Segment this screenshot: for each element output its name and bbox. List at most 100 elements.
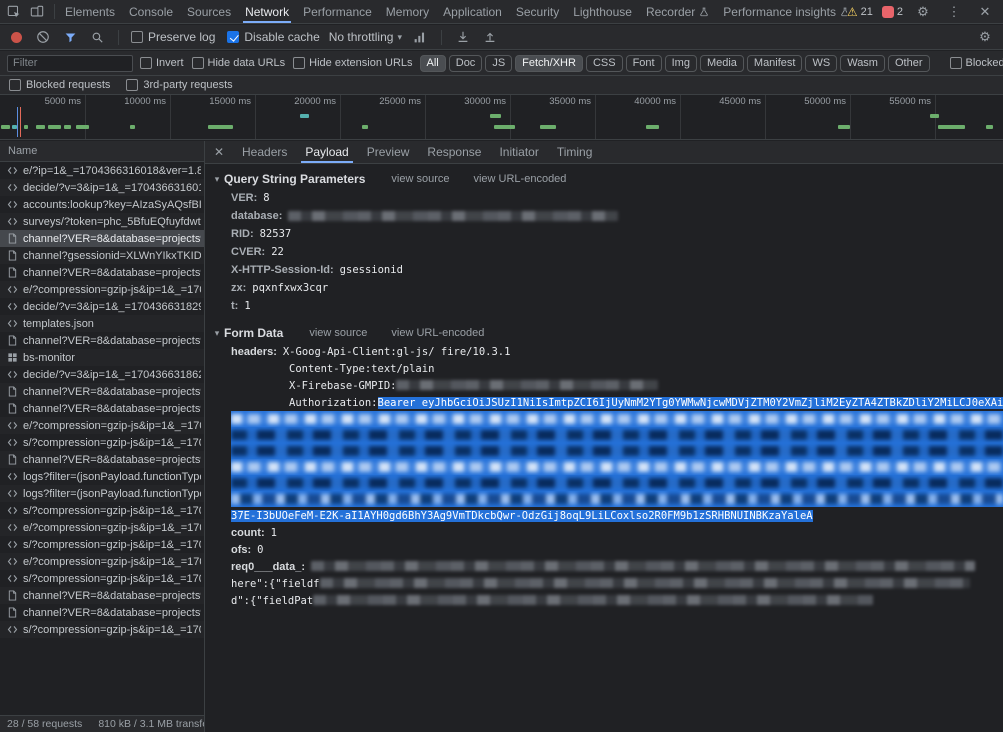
request-row[interactable]: templates.json: [0, 315, 204, 332]
request-row[interactable]: channel?VER=8&database=projects%2F…: [0, 604, 204, 621]
redacted-value: [311, 561, 975, 571]
kebab-menu-icon[interactable]: ⋮: [943, 3, 965, 21]
issues-badge[interactable]: 2: [882, 6, 903, 18]
3rd-party-requests-checkbox[interactable]: 3rd-party requests: [126, 79, 232, 91]
warnings-badge[interactable]: ⚠ 21: [847, 6, 873, 18]
close-devtools-icon[interactable]: ✕: [974, 3, 996, 21]
detail-tab-initiator[interactable]: Initiator: [490, 141, 547, 163]
network-conditions-icon[interactable]: [411, 28, 429, 46]
request-row[interactable]: s/?compression=gzip-js&ip=1&_=170436…: [0, 502, 204, 519]
document-icon: [6, 590, 18, 602]
param-value: 8: [263, 192, 269, 204]
request-row[interactable]: e/?compression=gzip-js&ip=1&_=170436…: [0, 519, 204, 536]
hide-extension-urls-checkbox[interactable]: Hide extension URLs: [293, 57, 412, 69]
request-row[interactable]: decide/?v=3&ip=1&_=1704366318629&v…: [0, 366, 204, 383]
filter-chip-ws[interactable]: WS: [805, 55, 837, 72]
filter-chip-other[interactable]: Other: [888, 55, 930, 72]
tab-performance[interactable]: Performance: [296, 0, 379, 23]
request-row[interactable]: decide/?v=3&ip=1&_=1704366316019&v…: [0, 179, 204, 196]
detail-tab-timing[interactable]: Timing: [548, 141, 602, 163]
request-row[interactable]: logs?filter=(jsonPayload.functionType%2…: [0, 468, 204, 485]
disable-cache-checkbox[interactable]: Disable cache: [227, 30, 319, 44]
blocked-requests-checkbox[interactable]: Blocked requests: [9, 79, 110, 91]
filter-chip-fetch-xhr[interactable]: Fetch/XHR: [515, 55, 583, 72]
view-source-link[interactable]: view source: [391, 173, 449, 185]
request-row[interactable]: bs-monitor: [0, 349, 204, 366]
throttling-select[interactable]: No throttling ▾: [329, 30, 402, 44]
filter-chip-all[interactable]: All: [420, 55, 446, 72]
timeline-tick-label: 20000 ms: [278, 96, 336, 107]
tab-recorder[interactable]: Recorder: [639, 0, 716, 23]
device-toolbar-icon[interactable]: [26, 3, 48, 21]
param-value: 22: [271, 246, 284, 258]
filter-chip-js[interactable]: JS: [485, 55, 512, 72]
filter-chip-css[interactable]: CSS: [586, 55, 623, 72]
collapse-caret-icon[interactable]: ▾: [210, 328, 224, 339]
request-row[interactable]: e/?compression=gzip-js&ip=1&_=170436…: [0, 417, 204, 434]
request-row[interactable]: s/?compression=gzip-js&ip=1&_=170436…: [0, 621, 204, 638]
request-row[interactable]: e/?compression=gzip-js&ip=1&_=170436…: [0, 553, 204, 570]
preserve-log-checkbox[interactable]: Preserve log: [131, 30, 215, 44]
filter-input[interactable]: [7, 55, 133, 72]
tab-memory[interactable]: Memory: [379, 0, 436, 23]
redacted-value: [288, 211, 618, 221]
filter-toggle-button[interactable]: [61, 28, 79, 46]
request-row[interactable]: channel?VER=8&database=projects%2F…: [0, 332, 204, 349]
detail-tab-preview[interactable]: Preview: [358, 141, 419, 163]
filter-chip-doc[interactable]: Doc: [449, 55, 483, 72]
network-overview-timeline[interactable]: 5000 ms10000 ms15000 ms20000 ms25000 ms3…: [0, 95, 1003, 140]
search-button[interactable]: [88, 28, 106, 46]
tab-sources[interactable]: Sources: [180, 0, 238, 23]
token-tail-line: 37E-I3bUOeFeM-E2K-aI1AYH0gd6BhY3Ag9VmTDk…: [205, 507, 1003, 524]
request-row[interactable]: channel?gsessionid=XLWnYIkxTKIDxuq8f…: [0, 247, 204, 264]
view-source-link[interactable]: view source: [309, 327, 367, 339]
clear-network-log-button[interactable]: [34, 28, 52, 46]
request-row[interactable]: logs?filter=(jsonPayload.functionType%2…: [0, 485, 204, 502]
filter-chip-wasm[interactable]: Wasm: [840, 55, 885, 72]
filter-chip-font[interactable]: Font: [626, 55, 662, 72]
tab-console[interactable]: Console: [122, 0, 180, 23]
request-row[interactable]: channel?VER=8&database=projects%2F…: [0, 383, 204, 400]
request-row[interactable]: s/?compression=gzip-js&ip=1&_=170436…: [0, 536, 204, 553]
request-row[interactable]: channel?VER=8&database=projects%2F…: [0, 264, 204, 281]
tab-application[interactable]: Application: [436, 0, 509, 23]
detail-tab-headers[interactable]: Headers: [233, 141, 296, 163]
hide-data-urls-checkbox[interactable]: Hide data URLs: [192, 57, 286, 69]
request-row[interactable]: e/?ip=1&_=1704366316018&ver=1.84.1: [0, 162, 204, 179]
tab-performance-insights[interactable]: Performance insights: [716, 0, 847, 23]
view-url-encoded-link[interactable]: view URL-encoded: [391, 327, 484, 339]
request-row[interactable]: channel?VER=8&database=projects%2F…: [0, 451, 204, 468]
name-column-header[interactable]: Name: [0, 141, 204, 162]
timeline-gridline: [85, 95, 86, 139]
detail-tab-response[interactable]: Response: [418, 141, 490, 163]
inspect-element-icon[interactable]: [3, 3, 25, 21]
filter-chip-media[interactable]: Media: [700, 55, 744, 72]
request-row[interactable]: surveys/?token=phc_5BfuEQfuyfdwtSVR…: [0, 213, 204, 230]
tab-lighthouse[interactable]: Lighthouse: [566, 0, 639, 23]
import-har-button[interactable]: [454, 28, 472, 46]
request-row[interactable]: channel?VER=8&database=projects%2F…: [0, 230, 204, 247]
request-row[interactable]: s/?compression=gzip-js&ip=1&_=170436…: [0, 434, 204, 451]
filter-chip-img[interactable]: Img: [665, 55, 697, 72]
network-settings-gear-icon[interactable]: ⚙: [974, 28, 996, 46]
invert-checkbox[interactable]: Invert: [140, 57, 184, 69]
request-row[interactable]: e/?compression=gzip-js&ip=1&_=170436…: [0, 281, 204, 298]
export-har-button[interactable]: [481, 28, 499, 46]
request-row[interactable]: decide/?v=3&ip=1&_=1704366318296&v…: [0, 298, 204, 315]
blocked-response-cookies-checkbox[interactable]: Blocked response cookies: [950, 57, 1003, 69]
tab-network[interactable]: Network: [238, 0, 296, 23]
filter-chip-manifest[interactable]: Manifest: [747, 55, 803, 72]
request-row[interactable]: accounts:lookup?key=AIzaSyAQsfBIA8au…: [0, 196, 204, 213]
payload-panel: ▾ Query String Parameters view source vi…: [205, 164, 1003, 732]
record-network-log-button[interactable]: [7, 28, 25, 46]
tab-elements[interactable]: Elements: [58, 0, 122, 23]
request-row[interactable]: channel?VER=8&database=projects%2F…: [0, 587, 204, 604]
view-url-encoded-link[interactable]: view URL-encoded: [473, 173, 566, 185]
request-row[interactable]: channel?VER=8&database=projects%2F…: [0, 400, 204, 417]
request-row[interactable]: s/?compression=gzip-js&ip=1&_=170436…: [0, 570, 204, 587]
close-details-icon[interactable]: ✕: [205, 141, 233, 163]
collapse-caret-icon[interactable]: ▾: [210, 174, 224, 185]
tab-security[interactable]: Security: [509, 0, 566, 23]
detail-tab-payload[interactable]: Payload: [296, 141, 357, 163]
settings-gear-icon[interactable]: ⚙: [912, 3, 934, 21]
